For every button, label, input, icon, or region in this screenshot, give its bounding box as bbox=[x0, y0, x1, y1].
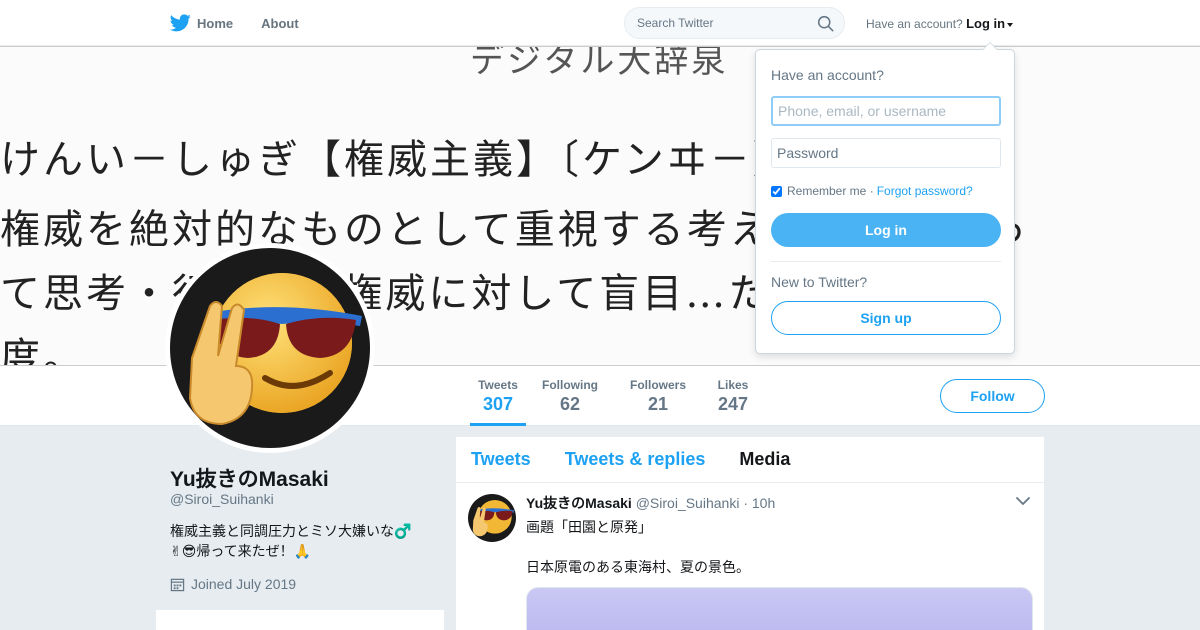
username-field[interactable] bbox=[771, 96, 1001, 126]
tab-tweets[interactable]: Tweets bbox=[471, 449, 531, 470]
stat-tweets[interactable]: Tweets 307 bbox=[470, 378, 526, 426]
have-account-text: Have an account? bbox=[866, 17, 963, 31]
login-toggle[interactable]: Log in bbox=[966, 16, 1014, 31]
login-toggle-label: Log in bbox=[966, 16, 1006, 31]
sunglasses-emoji-icon bbox=[472, 500, 515, 537]
password-field[interactable] bbox=[771, 138, 1001, 168]
profile-joined: Joined July 2019 bbox=[170, 576, 296, 592]
stat-likes-value: 247 bbox=[717, 394, 749, 414]
search-icon[interactable] bbox=[817, 15, 834, 32]
avatar-image bbox=[170, 248, 370, 448]
stat-likes-label: Likes bbox=[717, 378, 749, 392]
banner-text-line: デジタル大辞泉 bbox=[470, 46, 729, 81]
nav-about-label: About bbox=[261, 15, 299, 31]
profile-bio: 権威主義と同調圧力とミソ大嫌いな♂️ ✌😎帰って来たぜ！🙏 bbox=[170, 521, 430, 561]
tweet-text-line: 日本原電のある東海村、夏の景色。 bbox=[526, 559, 750, 575]
stat-followers-label: Followers bbox=[629, 378, 686, 392]
twitter-bird-icon bbox=[170, 14, 191, 32]
divider bbox=[771, 261, 1001, 262]
tab-tweets-replies[interactable]: Tweets & replies bbox=[565, 449, 706, 470]
timeline-tabs: Tweets Tweets & replies Media bbox=[456, 437, 1044, 483]
tweet-avatar[interactable] bbox=[468, 494, 516, 542]
tweet[interactable]: Yu抜きのMasaki @Siroi_Suihanki · 10h 画題「田園と… bbox=[456, 483, 1044, 630]
caret-down-icon bbox=[1007, 22, 1014, 27]
profile-name[interactable]: Yu抜きのMasaki bbox=[170, 463, 329, 493]
stat-following-label: Following bbox=[542, 378, 598, 392]
timeline: Tweets Tweets & replies Media Yu抜きのMasak… bbox=[456, 437, 1044, 630]
stat-tweets-value: 307 bbox=[482, 394, 514, 414]
joined-text: Joined July 2019 bbox=[191, 576, 297, 592]
banner-text-line: 度。 bbox=[0, 335, 86, 366]
signup-button[interactable]: Sign up bbox=[771, 301, 1001, 335]
forgot-password-link[interactable]: Forgot password? bbox=[877, 184, 973, 198]
tweet-time[interactable]: · 10h bbox=[743, 495, 775, 511]
profile-handle[interactable]: @Siroi_Suihanki bbox=[170, 491, 274, 507]
tweet-text: 画題「田園と原発」 日本原電のある東海村、夏の景色。 bbox=[526, 517, 1032, 577]
stat-following-value: 62 bbox=[559, 394, 581, 414]
avatar[interactable] bbox=[165, 243, 375, 453]
remember-row: Remember me · Forgot password? bbox=[771, 184, 973, 198]
tweet-header: Yu抜きのMasaki @Siroi_Suihanki · 10h bbox=[526, 493, 1032, 513]
nav-about[interactable]: About bbox=[261, 16, 299, 31]
remember-me-label: Remember me · bbox=[787, 184, 874, 198]
tweet-text-line: 画題「田園と原発」 bbox=[526, 519, 652, 535]
stat-following[interactable]: Following 62 bbox=[541, 378, 599, 415]
stat-tweets-label: Tweets bbox=[478, 378, 518, 392]
tweet-media-image[interactable] bbox=[526, 587, 1033, 630]
tab-media[interactable]: Media bbox=[739, 449, 790, 470]
chevron-down-icon[interactable] bbox=[1016, 497, 1030, 506]
tweet-author-name[interactable]: Yu抜きのMasaki bbox=[526, 495, 632, 511]
search-input[interactable] bbox=[637, 16, 807, 30]
sunglasses-emoji-icon bbox=[188, 273, 362, 426]
nav-home-label: Home bbox=[197, 15, 234, 31]
search-box bbox=[624, 7, 845, 39]
nav-left: Home About bbox=[170, 0, 327, 46]
stat-followers-value: 21 bbox=[647, 394, 669, 414]
side-card bbox=[156, 610, 444, 630]
login-dropdown: Have an account? Remember me · Forgot pa… bbox=[755, 42, 1015, 354]
account-prompt: Have an account? Log in bbox=[866, 16, 1014, 31]
bio-line: ✌😎帰って来たぜ！🙏 bbox=[170, 543, 312, 559]
banner-text-line: けんい－しゅぎ【権威主義】〔ケンヰ－〕 bbox=[0, 137, 796, 183]
top-navigation: Home About Have an account? Log in bbox=[0, 0, 1200, 46]
login-dropdown-title: Have an account? bbox=[771, 67, 884, 83]
calendar-icon bbox=[170, 578, 185, 591]
remember-me-checkbox[interactable] bbox=[771, 185, 782, 197]
login-button[interactable]: Log in bbox=[771, 213, 1001, 247]
stat-followers[interactable]: Followers 21 bbox=[629, 378, 687, 415]
new-to-twitter-text: New to Twitter? bbox=[771, 274, 868, 290]
tweet-text-spacer bbox=[526, 537, 1032, 557]
tweet-author-handle[interactable]: @Siroi_Suihanki bbox=[636, 495, 740, 511]
nav-home[interactable]: Home bbox=[170, 14, 233, 32]
stat-likes[interactable]: Likes 247 bbox=[717, 378, 749, 415]
bio-line: 権威主義と同調圧力とミソ大嫌いな♂️ bbox=[170, 523, 412, 539]
follow-button[interactable]: Follow bbox=[940, 379, 1045, 413]
